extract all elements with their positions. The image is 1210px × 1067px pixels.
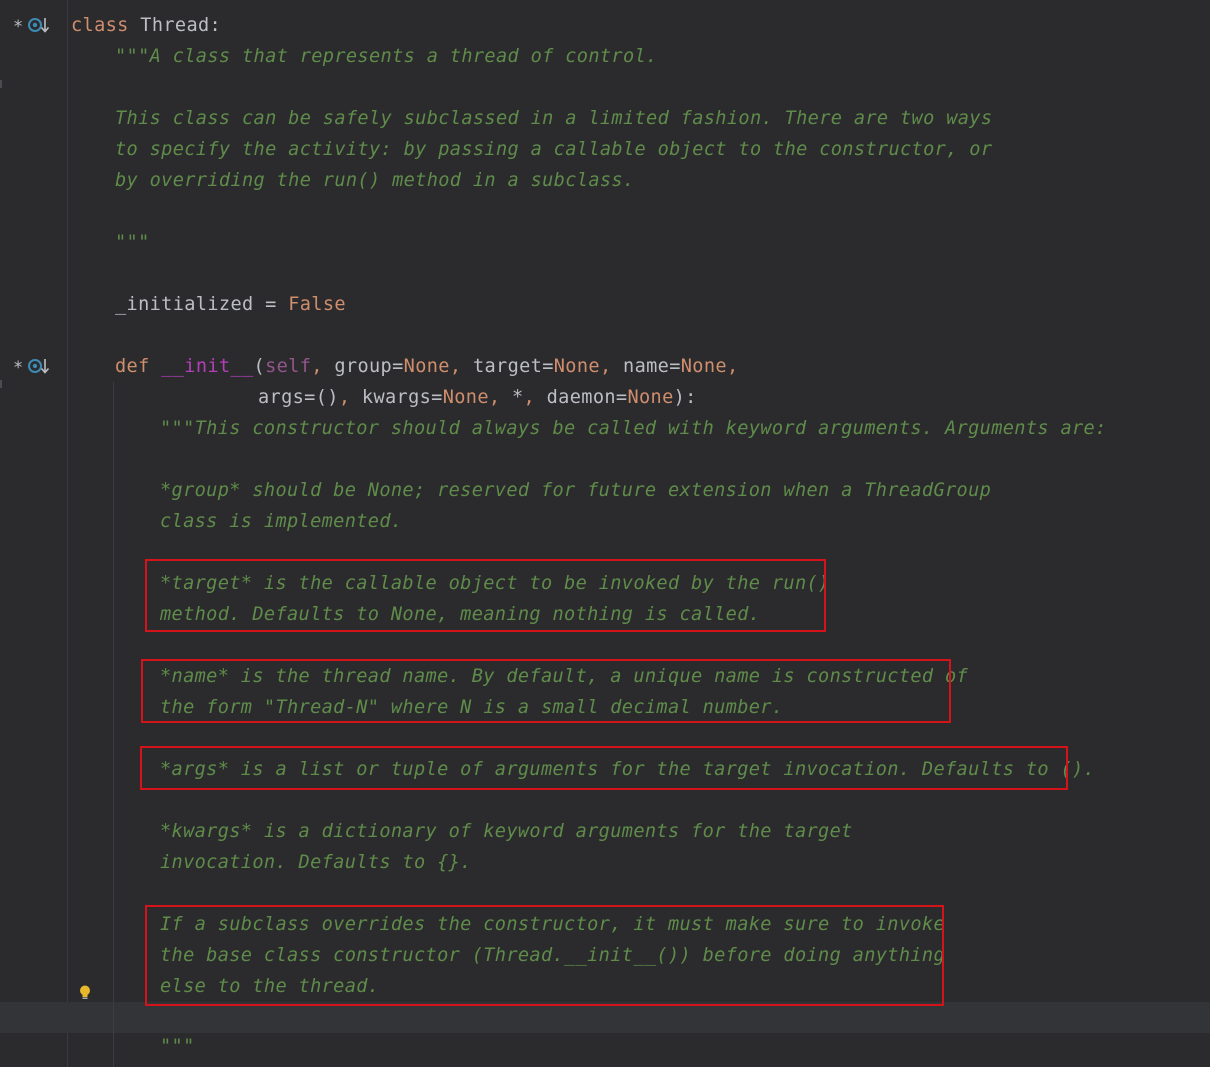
star-separator: * <box>512 387 524 408</box>
keyword-def: def <box>115 356 150 377</box>
code-line[interactable]: def __init__(self, group=None, target=No… <box>115 351 739 382</box>
constant-none: None <box>627 387 674 408</box>
current-line-highlight <box>0 1002 1210 1033</box>
comma: , <box>449 356 473 377</box>
docstring-line[interactable]: *kwargs* is a dictionary of keyword argu… <box>160 816 853 847</box>
param-name: name= <box>623 356 681 377</box>
comma: , <box>523 387 547 408</box>
function-name: __init__ <box>161 356 254 377</box>
highlight-box-target <box>145 559 826 632</box>
param-kwargs: kwargs= <box>361 387 443 408</box>
fold-edge-mark <box>0 80 2 88</box>
override-marker-icon[interactable]: * <box>12 355 52 378</box>
svg-text:*: * <box>13 17 24 36</box>
param-args: args=() <box>258 387 339 408</box>
highlight-box-args <box>140 746 1068 790</box>
constant-none: None <box>680 356 727 377</box>
comma: , <box>599 356 624 377</box>
docstring-line[interactable]: class is implemented. <box>160 506 402 537</box>
param-daemon: daemon= <box>546 387 628 408</box>
code-line[interactable]: args=(), kwargs=None, *, daemon=None): <box>258 382 697 413</box>
docstring-line[interactable]: This class can be safely subclassed in a… <box>115 103 992 134</box>
svg-text:*: * <box>13 358 24 377</box>
class-name: Thread: <box>140 15 222 36</box>
comma: , <box>311 356 335 377</box>
lightbulb-icon[interactable] <box>78 984 92 1002</box>
constant-none: None <box>553 356 600 377</box>
gutter[interactable] <box>0 0 68 1067</box>
fold-edge-mark <box>0 380 2 388</box>
comma: , <box>488 387 512 408</box>
paren-open: ( <box>253 356 266 377</box>
highlight-box-subclass <box>145 905 944 1006</box>
code-line[interactable]: _initialized = False <box>115 289 346 320</box>
param-target: target= <box>472 356 554 377</box>
docstring-line[interactable]: invocation. Defaults to {}. <box>160 847 472 878</box>
gutter-separator <box>67 0 68 1067</box>
docstring-line[interactable]: to specify the activity: by passing a ca… <box>115 134 992 165</box>
comma: , <box>726 356 739 377</box>
paren-close: ): <box>673 387 697 408</box>
constant-none: None <box>442 387 489 408</box>
assign-op: = <box>253 294 289 315</box>
attribute-name: _initialized <box>115 294 254 315</box>
override-marker-icon[interactable]: * <box>12 14 52 37</box>
param-group: group= <box>334 356 404 377</box>
highlight-box-name <box>141 659 951 723</box>
constant-none: None <box>403 356 450 377</box>
code-line[interactable]: class Thread: <box>71 10 221 41</box>
constant-false: False <box>288 294 346 315</box>
code-editor[interactable]: * * class Thread: """A class that repres… <box>0 0 1210 1067</box>
docstring-line[interactable]: by overriding the run() method in a subc… <box>115 165 635 196</box>
comma: , <box>338 387 362 408</box>
docstring-line[interactable]: """This constructor should always be cal… <box>160 413 1107 444</box>
keyword-class: class <box>71 15 129 36</box>
docstring-line[interactable]: *group* should be None; reserved for fut… <box>160 475 991 506</box>
docstring-close[interactable]: """ <box>160 1031 195 1062</box>
docstring-close[interactable]: """ <box>115 227 150 258</box>
indent-guide <box>113 382 114 1067</box>
docstring-line[interactable]: """A class that represents a thread of c… <box>115 41 658 72</box>
self-param: self <box>265 356 312 377</box>
